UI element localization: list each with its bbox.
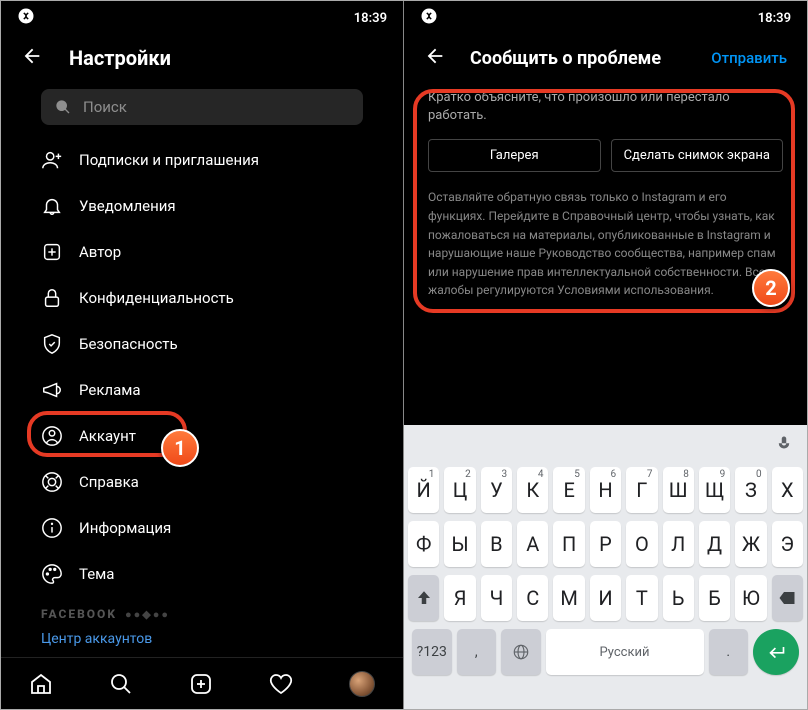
brand-mini-icons: ●●◆●● bbox=[125, 608, 170, 621]
user-plus-icon bbox=[41, 149, 63, 171]
annotation-marker-1: 1 bbox=[161, 429, 199, 467]
shield-icon bbox=[41, 333, 63, 355]
key-Г[interactable]: Г7 bbox=[626, 467, 657, 513]
menu-item-info[interactable]: Информация bbox=[41, 505, 363, 551]
comma-key[interactable]: , bbox=[457, 629, 497, 675]
shazam-icon bbox=[17, 7, 35, 29]
key-О[interactable]: О bbox=[626, 521, 657, 567]
keyboard-row-2: ФЫВАПРОЛДЖЭ bbox=[408, 521, 803, 567]
account-icon bbox=[41, 425, 63, 447]
keyboard-row-3: ЯЧСМИТЬБЮ bbox=[408, 575, 803, 621]
help-icon bbox=[41, 471, 63, 493]
key-З[interactable]: З0 bbox=[735, 467, 766, 513]
key-Л[interactable]: Л bbox=[663, 521, 694, 567]
lock-icon bbox=[41, 287, 63, 309]
enter-key[interactable] bbox=[753, 629, 799, 675]
menu-item-theme[interactable]: Тема bbox=[41, 551, 363, 597]
key-С[interactable]: С bbox=[517, 575, 548, 621]
screenshot-button[interactable]: Сделать снимок экрана bbox=[611, 139, 784, 172]
key-В[interactable]: В bbox=[481, 521, 512, 567]
facebook-brand: FACEBOOK ●●◆●● bbox=[41, 607, 363, 621]
back-arrow-icon[interactable] bbox=[21, 45, 43, 71]
menu-item-security[interactable]: Безопасность bbox=[41, 321, 363, 367]
key-И[interactable]: И bbox=[590, 575, 621, 621]
key-Б[interactable]: Б bbox=[699, 575, 730, 621]
globe-key[interactable] bbox=[501, 629, 541, 675]
megaphone-icon bbox=[41, 379, 63, 401]
key-Ю[interactable]: Ю bbox=[735, 575, 766, 621]
key-Э[interactable]: Э bbox=[772, 521, 803, 567]
accounts-center-link[interactable]: Центр аккаунтов bbox=[41, 631, 363, 647]
backspace-key[interactable] bbox=[772, 575, 803, 621]
status-time: 18:39 bbox=[758, 11, 791, 26]
back-arrow-icon[interactable] bbox=[424, 45, 446, 71]
menu-item-help[interactable]: Справка bbox=[41, 459, 363, 505]
key-Я[interactable]: Я bbox=[444, 575, 475, 621]
key-А[interactable]: А bbox=[517, 521, 548, 567]
key-Ц[interactable]: Ц2 bbox=[444, 467, 475, 513]
page-title: Настройки bbox=[69, 46, 171, 70]
key-М[interactable]: М bbox=[553, 575, 584, 621]
key-Х[interactable]: Х bbox=[772, 467, 803, 513]
bottom-nav bbox=[1, 657, 403, 709]
symbols-key[interactable]: ?123 bbox=[412, 629, 452, 675]
menu-item-creator[interactable]: Автор bbox=[41, 229, 363, 275]
send-button[interactable]: Отправить bbox=[711, 49, 787, 67]
search-icon bbox=[55, 99, 71, 115]
report-disclaimer: Оставляйте обратную связь только о Insta… bbox=[428, 188, 783, 300]
key-П[interactable]: П bbox=[553, 521, 584, 567]
info-icon bbox=[41, 517, 63, 539]
keyboard-suggestion-bar bbox=[404, 425, 807, 467]
palette-icon bbox=[41, 563, 63, 585]
profile-avatar[interactable] bbox=[349, 671, 375, 697]
keyboard: Й1Ц2У3К4Е5Н6Г7Ш8Щ9З0Х ФЫВАПРОЛДЖЭ ЯЧСМИТ… bbox=[404, 425, 807, 709]
menu-item-notifications[interactable]: Уведомления bbox=[41, 183, 363, 229]
menu-item-privacy[interactable]: Конфиденциальность bbox=[41, 275, 363, 321]
key-К[interactable]: К4 bbox=[517, 467, 548, 513]
key-Н[interactable]: Н6 bbox=[590, 467, 621, 513]
shift-key[interactable] bbox=[408, 575, 439, 621]
period-key[interactable]: . bbox=[709, 629, 749, 675]
key-Ж[interactable]: Ж bbox=[735, 521, 766, 567]
search-placeholder: Поиск bbox=[83, 98, 127, 116]
menu-item-subscriptions[interactable]: Подписки и приглашения bbox=[41, 137, 363, 183]
shazam-icon bbox=[420, 7, 438, 29]
key-Ь[interactable]: Ь bbox=[663, 575, 694, 621]
menu-item-account[interactable]: Аккаунт bbox=[41, 413, 363, 459]
key-Т[interactable]: Т bbox=[626, 575, 657, 621]
key-У[interactable]: У3 bbox=[481, 467, 512, 513]
key-Ч[interactable]: Ч bbox=[481, 575, 512, 621]
menu-item-ads[interactable]: Реклама bbox=[41, 367, 363, 413]
report-prompt: Кратко объясните, что произошло или пере… bbox=[428, 89, 783, 125]
home-icon[interactable] bbox=[29, 672, 53, 696]
key-Р[interactable]: Р bbox=[590, 521, 621, 567]
settings-header: Настройки bbox=[1, 35, 403, 87]
create-icon[interactable] bbox=[189, 672, 213, 696]
search-nav-icon[interactable] bbox=[109, 672, 133, 696]
key-Й[interactable]: Й1 bbox=[408, 467, 439, 513]
key-Ы[interactable]: Ы bbox=[444, 521, 475, 567]
key-Ш[interactable]: Ш8 bbox=[663, 467, 694, 513]
gallery-button[interactable]: Галерея bbox=[428, 139, 601, 172]
bell-icon bbox=[41, 195, 63, 217]
key-Щ[interactable]: Щ9 bbox=[699, 467, 730, 513]
heart-icon[interactable] bbox=[269, 672, 293, 696]
keyboard-row-4: ?123 , Русский . bbox=[408, 629, 803, 675]
key-Е[interactable]: Е5 bbox=[553, 467, 584, 513]
page-title: Сообщить о проблеме bbox=[470, 48, 661, 69]
keyboard-row-1: Й1Ц2У3К4Е5Н6Г7Ш8Щ9З0Х bbox=[408, 467, 803, 513]
mic-icon[interactable] bbox=[775, 435, 793, 457]
status-time: 18:39 bbox=[354, 11, 387, 26]
status-bar: 18:39 bbox=[1, 1, 403, 35]
key-Д[interactable]: Д bbox=[699, 521, 730, 567]
annotation-marker-2: 2 bbox=[752, 269, 790, 307]
spacebar[interactable]: Русский bbox=[546, 629, 704, 675]
creator-icon bbox=[41, 241, 63, 263]
search-input[interactable]: Поиск bbox=[41, 89, 363, 125]
key-Ф[interactable]: Ф bbox=[408, 521, 439, 567]
status-bar: 18:39 bbox=[404, 1, 807, 35]
